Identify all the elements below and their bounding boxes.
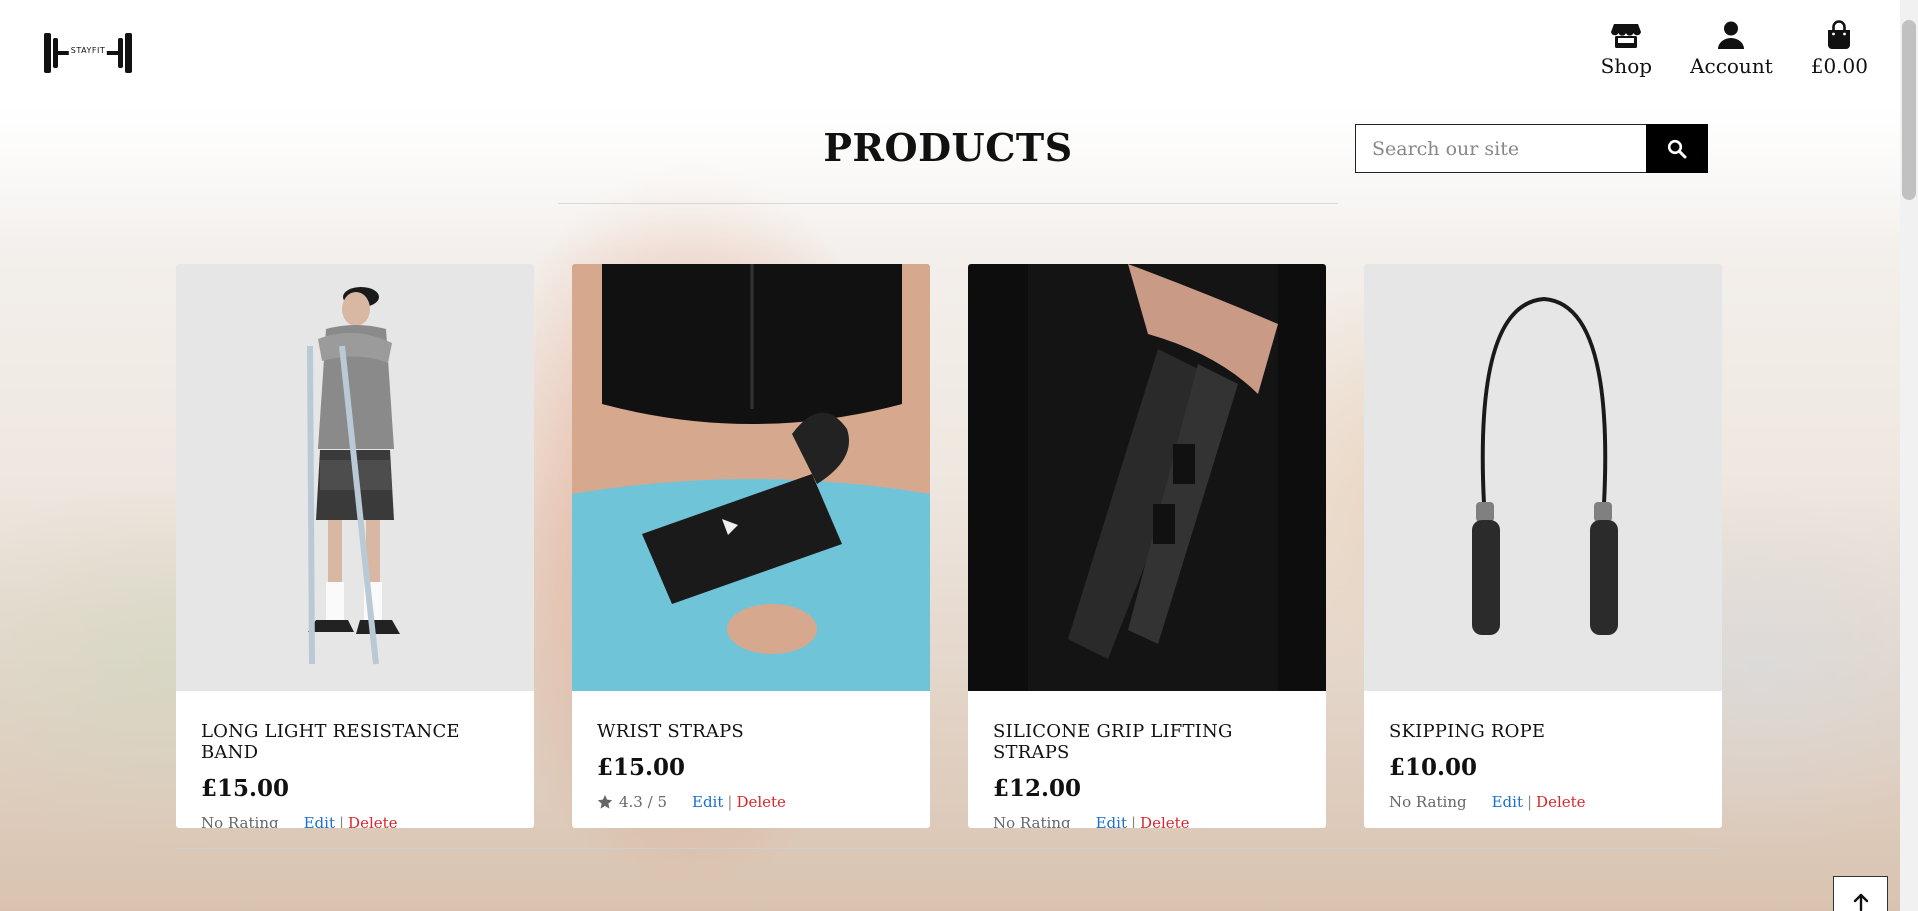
logo-plate-right bbox=[125, 33, 132, 73]
product-grid: LONG LIGHT RESISTANCE BAND £15.00 No Rat… bbox=[176, 264, 1722, 828]
product-meta: No Rating Edit | Delete bbox=[1389, 793, 1697, 811]
page-scrollbar[interactable] bbox=[1900, 0, 1918, 911]
product-name[interactable]: WRIST STRAPS bbox=[597, 721, 905, 742]
product-image[interactable] bbox=[176, 264, 534, 691]
logo-plate-left bbox=[44, 33, 51, 73]
user-icon bbox=[1718, 21, 1745, 49]
product-price: £12.00 bbox=[993, 775, 1082, 802]
nav-shop-label: Shop bbox=[1600, 54, 1653, 78]
product-info: WRIST STRAPS £15.00 4.3 / 5 Edit | Delete bbox=[572, 691, 930, 811]
product-meta: No Rating Edit | Delete bbox=[201, 814, 509, 828]
rating-text: No Rating bbox=[993, 814, 1071, 828]
search-input[interactable] bbox=[1355, 124, 1646, 173]
edit-link[interactable]: Edit bbox=[1096, 814, 1127, 828]
wrist-straps-model-image bbox=[572, 264, 930, 691]
bottom-divider bbox=[176, 848, 1722, 849]
site-logo[interactable]: STAYFIT bbox=[44, 30, 132, 76]
store-icon bbox=[1611, 24, 1642, 48]
nav-bag[interactable]: £0.00 bbox=[1811, 20, 1868, 78]
product-meta: No Rating Edit | Delete bbox=[993, 814, 1301, 828]
product-meta: 4.3 / 5 Edit | Delete bbox=[597, 793, 905, 811]
product-price: £10.00 bbox=[1389, 754, 1478, 781]
delete-link[interactable]: Delete bbox=[348, 814, 397, 828]
product-admin-links: Edit | Delete bbox=[1492, 793, 1586, 811]
edit-link[interactable]: Edit bbox=[304, 814, 335, 828]
rating-text: 4.3 / 5 bbox=[619, 793, 667, 811]
edit-link[interactable]: Edit bbox=[692, 793, 723, 811]
product-rating: No Rating bbox=[993, 814, 1071, 828]
product-rating: 4.3 / 5 bbox=[597, 793, 667, 811]
product-rating: No Rating bbox=[201, 814, 279, 828]
logo-text: STAYFIT bbox=[68, 46, 108, 55]
nav-bag-total: £0.00 bbox=[1810, 54, 1868, 78]
search-button[interactable] bbox=[1646, 124, 1708, 173]
product-rating: No Rating bbox=[1389, 793, 1467, 811]
rating-text: No Rating bbox=[1389, 793, 1467, 811]
product-image[interactable] bbox=[572, 264, 930, 691]
product-image[interactable] bbox=[1364, 264, 1722, 691]
product-name[interactable]: SILICONE GRIP LIFTING STRAPS bbox=[993, 721, 1301, 763]
delete-link[interactable]: Delete bbox=[1140, 814, 1189, 828]
delete-link[interactable]: Delete bbox=[1536, 793, 1585, 811]
edit-link[interactable]: Edit bbox=[1492, 793, 1523, 811]
arrow-up-icon bbox=[1853, 893, 1868, 911]
product-info: SKIPPING ROPE £10.00 No Rating Edit | Dele… bbox=[1364, 691, 1722, 811]
skipping-rope-image bbox=[1364, 264, 1722, 691]
shopping-bag-icon bbox=[1828, 20, 1851, 49]
product-admin-links: Edit | Delete bbox=[692, 793, 786, 811]
logo-bar: STAYFIT bbox=[58, 46, 118, 55]
product-admin-links: Edit | Delete bbox=[304, 814, 398, 828]
lifting-straps-model-image bbox=[968, 264, 1326, 691]
product-info: LONG LIGHT RESISTANCE BAND £15.00 No Rat… bbox=[176, 691, 534, 828]
link-separator: | bbox=[1526, 793, 1533, 811]
nav-account-label: Account bbox=[1690, 54, 1773, 78]
scrollbar-thumb[interactable] bbox=[1902, 20, 1916, 200]
product-card: SILICONE GRIP LIFTING STRAPS £12.00 No R… bbox=[968, 264, 1326, 828]
search-icon bbox=[1667, 139, 1687, 158]
product-card: LONG LIGHT RESISTANCE BAND £15.00 No Rat… bbox=[176, 264, 534, 828]
product-card: WRIST STRAPS £15.00 4.3 / 5 Edit | Delete bbox=[572, 264, 930, 828]
product-name[interactable]: LONG LIGHT RESISTANCE BAND bbox=[201, 721, 509, 763]
link-separator: | bbox=[1130, 814, 1137, 828]
link-separator: | bbox=[338, 814, 345, 828]
delete-link[interactable]: Delete bbox=[736, 793, 785, 811]
rating-text: No Rating bbox=[201, 814, 279, 828]
resistance-band-model-image bbox=[176, 264, 534, 691]
nav-account[interactable]: Account bbox=[1690, 20, 1773, 78]
main-nav: Shop Account £0.00 bbox=[1601, 20, 1868, 78]
link-separator: | bbox=[727, 793, 733, 811]
product-price: £15.00 bbox=[597, 754, 686, 781]
product-price: £15.00 bbox=[201, 775, 290, 802]
product-info: SILICONE GRIP LIFTING STRAPS £12.00 No R… bbox=[968, 691, 1326, 828]
star-icon bbox=[597, 795, 613, 809]
product-name[interactable]: SKIPPING ROPE bbox=[1389, 721, 1697, 742]
product-card: SKIPPING ROPE £10.00 No Rating Edit | Dele… bbox=[1364, 264, 1722, 828]
product-admin-links: Edit | Delete bbox=[1096, 814, 1190, 828]
back-to-top-button[interactable] bbox=[1833, 876, 1888, 911]
title-divider bbox=[558, 203, 1338, 204]
search-form bbox=[1355, 124, 1708, 173]
nav-shop[interactable]: Shop bbox=[1601, 20, 1652, 78]
product-image[interactable] bbox=[968, 264, 1326, 691]
logo-plate-right-inner bbox=[118, 38, 123, 68]
